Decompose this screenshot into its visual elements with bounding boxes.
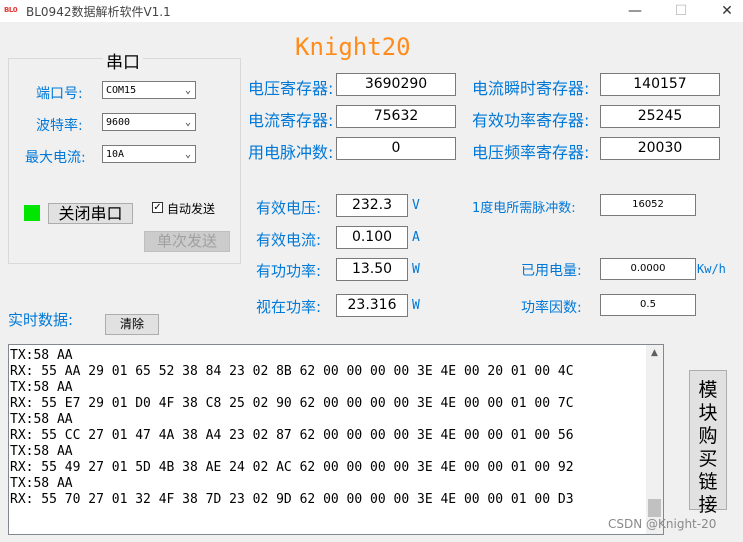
voltage-reg-field[interactable]: 3690290 [336,73,456,96]
used-energy-unit: Kw/h [697,262,726,276]
maximize-button: ☐ [674,3,688,19]
active-power-reg-field[interactable]: 25245 [600,105,720,128]
chevron-down-icon: ⌄ [184,85,191,96]
rms-current-unit: A [412,230,420,245]
voltage-reg-label: 电压寄存器: [248,79,334,98]
power-factor-label: 功率因数: [521,300,582,316]
baud-select-value: 9600 [106,117,131,128]
chevron-down-icon: ⌄ [184,117,191,128]
used-energy-label: 已用电量: [521,263,582,279]
single-send-button: 单次发送 [144,231,230,252]
log-scrollbar[interactable]: ▲ [646,345,663,534]
instant-current-reg-field[interactable]: 140157 [600,73,720,96]
rms-current-field[interactable]: 0.100 [336,226,408,249]
apparent-power-unit: W [412,298,420,313]
rms-voltage-label: 有效电压: [256,199,322,217]
window-title: BL0942数据解析软件V1.1 [26,5,171,19]
scrollbar-thumb[interactable] [648,499,661,517]
serial-group-title: 串口 [103,48,143,73]
rms-voltage-unit: V [412,198,420,213]
used-energy-field[interactable]: 0.0000 [600,258,696,280]
port-select-value: COM15 [106,85,137,96]
voltage-freq-reg-label: 电压频率寄存器: [472,143,590,162]
auto-send-checkbox[interactable]: ✓ [152,202,163,213]
active-power-reg-label: 有效功率寄存器: [472,111,590,130]
active-power-unit: W [412,262,420,277]
current-reg-label: 电流寄存器: [248,111,334,130]
scroll-up-icon[interactable]: ▲ [646,345,663,362]
max-current-select-value: 10A [106,149,125,160]
app-icon: BL0 [4,6,18,14]
active-power-field[interactable]: 13.50 [336,258,408,281]
pulses-per-kwh-field[interactable]: 16052 [600,194,696,216]
port-select[interactable]: COM15 ⌄ [102,81,196,99]
clear-log-button[interactable]: 清除 [105,314,159,335]
max-current-label: 最大电流: [25,150,86,166]
current-reg-field[interactable]: 75632 [336,105,456,128]
auto-send-label: 自动发送 [167,202,216,216]
pulse-count-field[interactable]: 0 [336,137,456,160]
buy-module-button[interactable]: 模块购买链接 [689,370,727,516]
baud-select[interactable]: 9600 ⌄ [102,113,196,131]
max-current-select[interactable]: 10A ⌄ [102,145,196,163]
watermark: CSDN @Knight-20 [608,517,717,531]
realtime-data-label: 实时数据: [8,311,74,329]
minimize-button[interactable]: — [612,0,658,22]
rms-current-label: 有效电流: [256,231,322,249]
pulses-per-kwh-label: 1度电所需脉冲数: [472,201,576,216]
close-window-button[interactable]: ✕ [704,0,743,22]
realtime-log[interactable]: TX:58 AA RX: 55 AA 29 01 65 52 38 84 23 … [8,344,664,535]
baud-label: 波特率: [36,118,83,134]
port-status-indicator [24,205,40,221]
close-port-button[interactable]: 关闭串口 [48,203,133,224]
log-text: TX:58 AA RX: 55 AA 29 01 65 52 38 84 23 … [10,348,574,507]
rms-voltage-field[interactable]: 232.3 [336,194,408,217]
active-power-label: 有功功率: [256,262,322,280]
app-header-title: Knight20 [295,33,411,61]
instant-current-reg-label: 电流瞬时寄存器: [472,79,590,98]
voltage-freq-reg-field[interactable]: 20030 [600,137,720,160]
apparent-power-field[interactable]: 23.316 [336,294,408,317]
port-label: 端口号: [36,86,83,102]
apparent-power-label: 视在功率: [256,298,322,316]
chevron-down-icon: ⌄ [184,149,191,160]
pulse-count-label: 用电脉冲数: [248,143,334,162]
power-factor-field[interactable]: 0.5 [600,294,696,316]
